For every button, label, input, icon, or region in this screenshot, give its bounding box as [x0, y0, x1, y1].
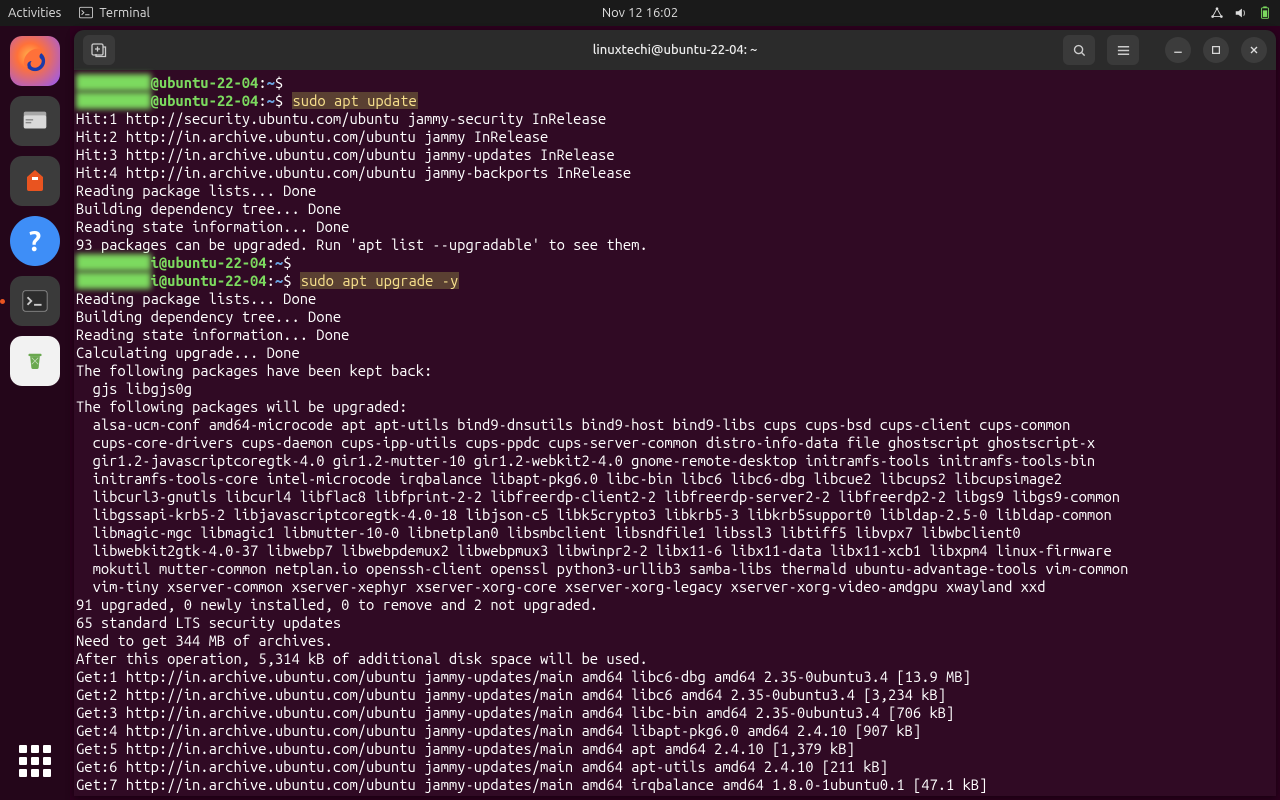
terminal-output[interactable]: linuxtech@ubuntu-22-04:~$ linuxtech@ubun… — [74, 70, 1276, 796]
close-button[interactable] — [1241, 37, 1267, 63]
dock-help[interactable]: ? — [10, 216, 60, 266]
terminal-window: linuxtechi@ubuntu-22-04: ~ linuxtech@ubu… — [74, 30, 1276, 796]
window-title: linuxtechi@ubuntu-22-04: ~ — [593, 43, 758, 57]
clock[interactable]: Nov 12 16:02 — [602, 6, 678, 20]
new-tab-button[interactable] — [83, 35, 115, 65]
dock-files[interactable] — [10, 96, 60, 146]
command-apt-update: sudo apt update — [292, 92, 418, 109]
network-icon[interactable] — [1210, 6, 1224, 20]
show-applications[interactable] — [10, 736, 60, 786]
minimize-button[interactable] — [1165, 37, 1191, 63]
activities-button[interactable]: Activities — [8, 6, 61, 20]
dock-software[interactable] — [10, 156, 60, 206]
command-apt-upgrade: sudo apt upgrade -y — [300, 272, 459, 289]
volume-icon[interactable] — [1234, 6, 1248, 20]
app-menu-terminal[interactable]: Terminal — [79, 6, 150, 20]
dock-terminal[interactable] — [10, 276, 60, 326]
hamburger-menu-button[interactable] — [1107, 35, 1139, 65]
titlebar: linuxtechi@ubuntu-22-04: ~ — [74, 30, 1276, 70]
search-button[interactable] — [1063, 35, 1095, 65]
maximize-button[interactable] — [1203, 37, 1229, 63]
dock-firefox[interactable] — [10, 36, 60, 86]
app-menu-label: Terminal — [99, 6, 150, 20]
terminal-icon — [79, 6, 93, 20]
dock: ? — [0, 26, 70, 800]
gnome-topbar: Activities Terminal Nov 12 16:02 — [0, 0, 1280, 26]
dock-trash[interactable] — [10, 336, 60, 386]
battery-icon[interactable] — [1258, 6, 1272, 20]
